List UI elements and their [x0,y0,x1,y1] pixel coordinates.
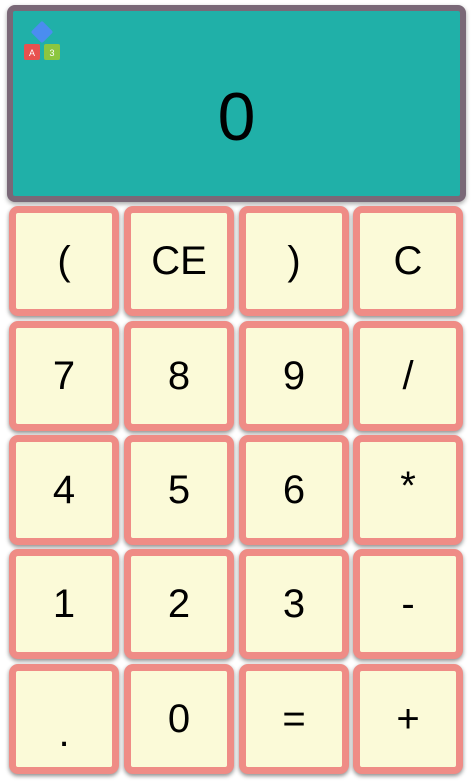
digit-5-label: 5 [167,468,191,512]
svg-text:3: 3 [49,48,54,58]
decimal-point-label: . [58,711,70,755]
clear-label: C [393,239,423,283]
clear-entry-button[interactable]: CE [124,206,234,316]
add-label: + [396,697,420,741]
blocks-logo-icon: A 3 [24,21,60,60]
digit-9-button[interactable]: 9 [239,321,349,431]
digit-9-label: 9 [282,354,306,398]
digit-4-button[interactable]: 4 [9,435,119,545]
svg-text:A: A [29,48,35,58]
digit-3-label: 3 [282,582,306,626]
display-value: 0 [217,79,256,155]
display-panel: A 3 0 [7,5,466,202]
calculator: A 3 0 ( CE ) C 7 8 9 / 4 5 6 * 1 2 3 - .… [0,0,473,782]
divide-label: / [402,354,414,398]
add-button[interactable]: + [353,664,463,774]
divide-button[interactable]: / [353,321,463,431]
digit-1-label: 1 [52,582,76,626]
clear-entry-label: CE [151,239,207,283]
subtract-label: - [401,582,415,626]
clear-button[interactable]: C [353,206,463,316]
digit-0-button[interactable]: 0 [124,664,234,774]
digit-7-button[interactable]: 7 [9,321,119,431]
digit-3-button[interactable]: 3 [239,549,349,659]
digit-5-button[interactable]: 5 [124,435,234,545]
digit-7-label: 7 [52,354,76,398]
close-paren-button[interactable]: ) [239,206,349,316]
digit-8-button[interactable]: 8 [124,321,234,431]
digit-1-button[interactable]: 1 [9,549,119,659]
multiply-label: * [400,464,416,508]
digit-8-label: 8 [167,354,191,398]
open-paren-button[interactable]: ( [9,206,119,316]
close-paren-label: ) [287,239,301,283]
digit-0-label: 0 [167,697,191,741]
digit-2-label: 2 [167,582,191,626]
open-paren-label: ( [57,239,71,283]
decimal-point-button[interactable]: . [9,664,119,774]
equals-label: = [282,697,306,741]
digit-6-label: 6 [282,468,306,512]
digit-4-label: 4 [52,468,76,512]
subtract-button[interactable]: - [353,549,463,659]
equals-button[interactable]: = [239,664,349,774]
digit-2-button[interactable]: 2 [124,549,234,659]
digit-6-button[interactable]: 6 [239,435,349,545]
multiply-button[interactable]: * [353,435,463,545]
